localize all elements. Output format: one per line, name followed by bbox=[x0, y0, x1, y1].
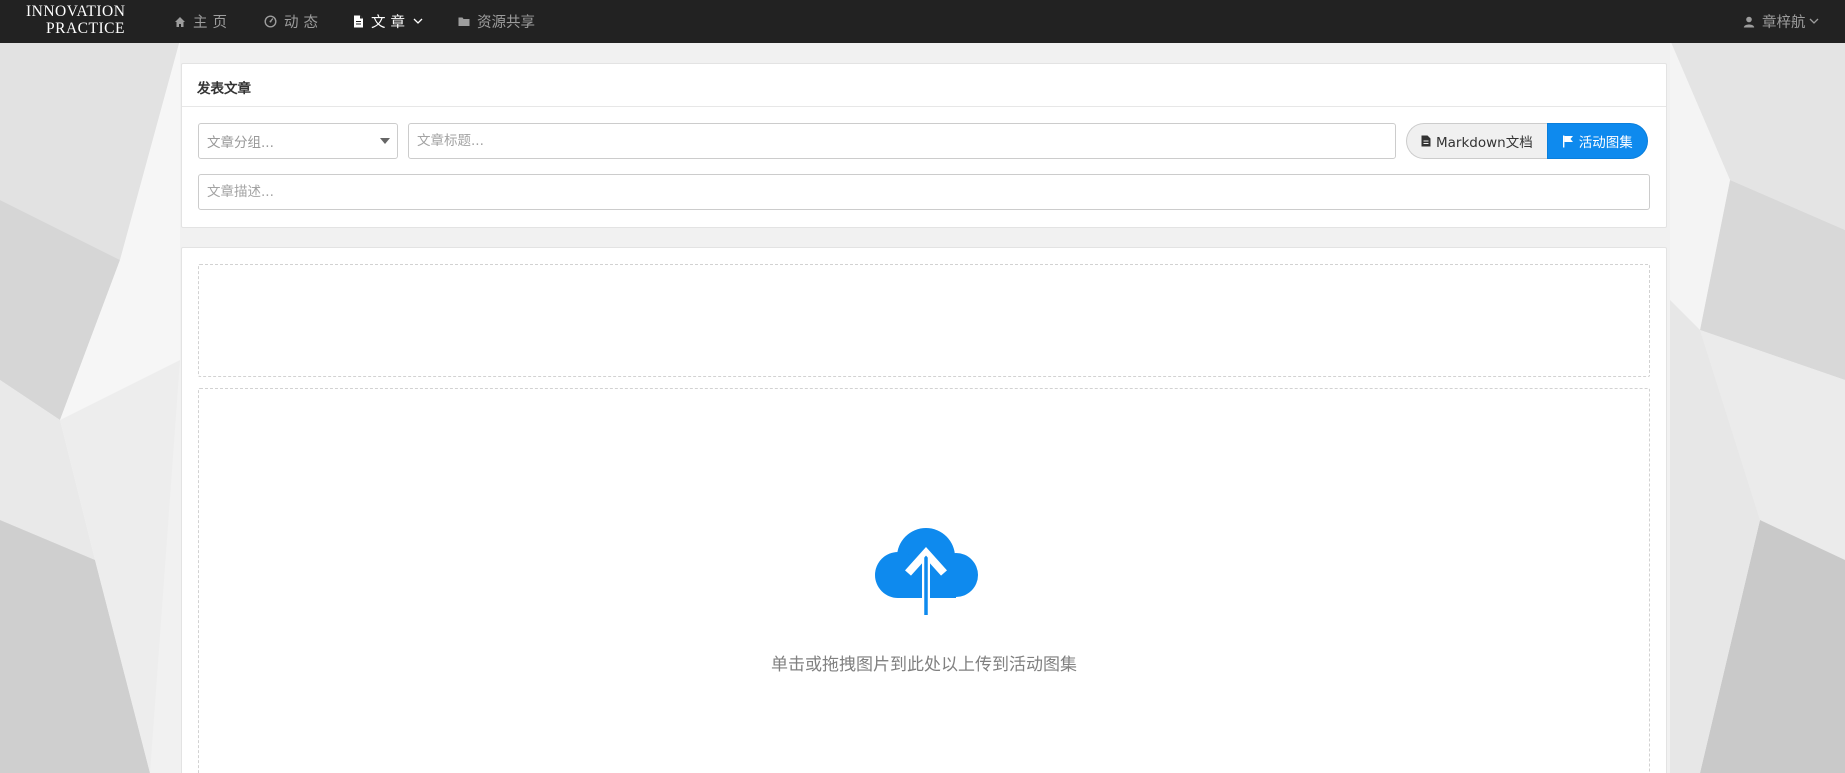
home-icon bbox=[174, 16, 186, 28]
file-icon bbox=[353, 15, 364, 28]
cloud-upload-icon bbox=[872, 521, 980, 617]
photo-album-label: 活动图集 bbox=[1578, 135, 1633, 151]
photo-album-button[interactable]: 活动图集 bbox=[1546, 123, 1648, 159]
nav-label-articles: 文章 bbox=[371, 15, 410, 31]
user-icon bbox=[1743, 16, 1755, 28]
image-preview-area bbox=[198, 264, 1650, 377]
nav-label-activity: 动态 bbox=[284, 15, 323, 31]
article-group-select[interactable]: 文章分组... bbox=[198, 123, 398, 159]
user-name: 章梓航 bbox=[1762, 15, 1806, 31]
upload-hint-text: 单击或拖拽图片到此处以上传到活动图集 bbox=[771, 655, 1077, 675]
article-group-placeholder: 文章分组... bbox=[207, 135, 274, 151]
panel-header: 发表文章 bbox=[182, 64, 1666, 107]
chevron-down-icon bbox=[413, 18, 423, 25]
panel-title: 发表文章 bbox=[197, 81, 251, 97]
brand-logo[interactable]: INNOVATION PRACTICE bbox=[16, 3, 140, 37]
markdown-doc-label: Markdown文档 bbox=[1436, 135, 1533, 151]
brand-line-2: PRACTICE bbox=[46, 20, 125, 37]
chevron-down-icon bbox=[1809, 18, 1819, 25]
nav-item-activity[interactable]: 动态 bbox=[264, 0, 323, 43]
dashboard-icon bbox=[264, 15, 277, 28]
file-icon bbox=[1421, 135, 1431, 147]
article-description-input[interactable] bbox=[198, 174, 1650, 210]
publish-article-panel: 发表文章 文章分组... Markdown文档 活动图集 bbox=[181, 63, 1667, 228]
markdown-doc-button[interactable]: Markdown文档 bbox=[1406, 123, 1547, 159]
upload-panel: 单击或拖拽图片到此处以上传到活动图集 bbox=[181, 247, 1667, 773]
image-dropzone[interactable]: 单击或拖拽图片到此处以上传到活动图集 bbox=[198, 388, 1650, 773]
article-title-input[interactable] bbox=[408, 123, 1396, 159]
flag-icon bbox=[1562, 135, 1574, 148]
top-navbar: INNOVATION PRACTICE 主页 动态 文章 资源共享 章梓航 bbox=[0, 0, 1845, 43]
brand-line-1: INNOVATION bbox=[26, 3, 126, 20]
nav-label-resources: 资源共享 bbox=[477, 15, 535, 31]
user-menu[interactable]: 章梓航 bbox=[1743, 0, 1819, 43]
caret-down-icon bbox=[380, 138, 390, 144]
folder-icon bbox=[458, 16, 470, 27]
nav-item-resources[interactable]: 资源共享 bbox=[458, 0, 535, 43]
nav-item-articles[interactable]: 文章 bbox=[353, 0, 423, 43]
nav-label-home: 主页 bbox=[193, 15, 232, 31]
article-type-toggle: Markdown文档 活动图集 bbox=[1406, 123, 1648, 159]
nav-item-home[interactable]: 主页 bbox=[174, 0, 232, 43]
